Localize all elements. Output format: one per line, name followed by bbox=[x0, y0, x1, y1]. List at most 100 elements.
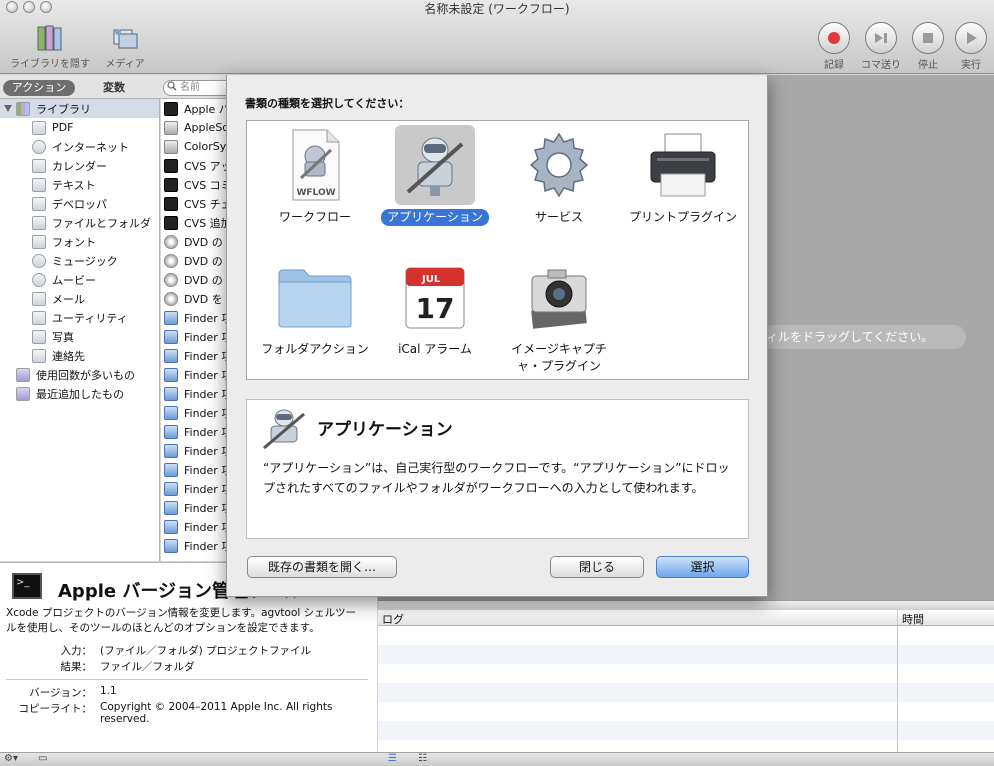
font-icon bbox=[32, 234, 46, 249]
category-photos[interactable]: 写真 bbox=[0, 327, 159, 346]
automator-robot-icon bbox=[395, 125, 475, 205]
choose-button[interactable]: 選択 bbox=[656, 556, 749, 578]
record-label: 記録 bbox=[824, 60, 844, 71]
automator-robot-icon bbox=[263, 409, 305, 450]
category-label: ファイルとフォルダ bbox=[52, 216, 151, 230]
tools-icon bbox=[32, 196, 46, 211]
finder-icon bbox=[164, 386, 178, 401]
dvd-icon bbox=[164, 272, 178, 287]
dvd-icon bbox=[164, 253, 178, 268]
calendar-month: JUL bbox=[421, 274, 441, 285]
category-recently-added[interactable]: 最近追加したもの bbox=[0, 384, 159, 403]
category-music[interactable]: ミュージック bbox=[0, 251, 159, 270]
step-button[interactable]: コマ送り bbox=[858, 22, 904, 71]
action-label: DVD の bbox=[184, 235, 223, 249]
search-placeholder: 名前 bbox=[180, 82, 200, 93]
action-label: DVD の bbox=[184, 273, 223, 287]
copyright-row: コピーライト： Copyright © 2004–2011 Apple Inc.… bbox=[0, 701, 350, 725]
category-calendar[interactable]: カレンダー bbox=[0, 156, 159, 175]
tab-actions[interactable]: アクション bbox=[3, 80, 75, 96]
disclosure-triangle-icon[interactable] bbox=[4, 105, 12, 112]
category-contacts[interactable]: 連絡先 bbox=[0, 346, 159, 365]
action-label: CVS チェ bbox=[184, 197, 232, 211]
search-icon bbox=[167, 81, 177, 91]
category-mail[interactable]: メール bbox=[0, 289, 159, 308]
window-title: 名称未設定 (ワークフロー) bbox=[424, 2, 570, 16]
mail-icon bbox=[32, 291, 46, 306]
category-pdf[interactable]: PDF bbox=[0, 118, 159, 137]
log-list-icon[interactable]: ☰ bbox=[388, 753, 397, 764]
category-most-used[interactable]: 使用回数が多いもの bbox=[0, 365, 159, 384]
type-ical-alarm[interactable]: JUL 17 iCal アラーム bbox=[375, 257, 495, 358]
action-gear-icon[interactable]: ⚙▾ bbox=[4, 753, 18, 764]
finder-icon bbox=[164, 481, 178, 496]
type-label: イメージキャプチャ・プラグイン bbox=[511, 342, 607, 373]
dvd-icon bbox=[164, 291, 178, 306]
step-icon bbox=[875, 33, 887, 43]
finder-icon bbox=[164, 424, 178, 439]
version-value: 1.1 bbox=[100, 685, 117, 697]
type-workflow[interactable]: WFLOW ワークフロー bbox=[255, 125, 375, 226]
category-label: ムービー bbox=[52, 273, 96, 287]
type-folder-action[interactable]: フォルダアクション bbox=[255, 257, 375, 358]
document-type-grid: WFLOW ワークフロー アプリケーション サービス プリントプラグイン フォル… bbox=[246, 120, 749, 380]
type-application[interactable]: アプリケーション bbox=[375, 125, 495, 226]
hide-library-button[interactable]: ライブラリを隠す bbox=[4, 24, 96, 70]
terminal-icon bbox=[164, 215, 178, 230]
photos-icon bbox=[32, 329, 46, 344]
camera-icon bbox=[519, 257, 599, 337]
smart-folder-icon bbox=[16, 367, 30, 382]
category-label: ユーティリティ bbox=[52, 311, 128, 325]
category-label: PDF bbox=[52, 121, 74, 134]
finder-icon bbox=[164, 405, 178, 420]
category-library[interactable]: ライブラリ bbox=[0, 99, 159, 118]
finder-icon bbox=[164, 348, 178, 363]
type-print-plugin[interactable]: プリントプラグイン bbox=[623, 125, 743, 226]
library-books-icon bbox=[37, 25, 62, 51]
terminal-icon bbox=[164, 101, 178, 116]
category-files-folders[interactable]: ファイルとフォルダ bbox=[0, 213, 159, 232]
text-icon bbox=[32, 177, 46, 192]
type-image-capture-plugin[interactable]: イメージキャプチャ・プラグイン bbox=[499, 257, 619, 375]
time-column-header[interactable]: 時間 bbox=[902, 611, 924, 627]
category-internet[interactable]: インターネット bbox=[0, 137, 159, 156]
type-service[interactable]: サービス bbox=[499, 125, 619, 226]
variables-list-icon[interactable]: ☷ bbox=[418, 753, 427, 764]
category-label: 最近追加したもの bbox=[36, 387, 124, 401]
stop-button[interactable]: 停止 bbox=[910, 22, 946, 71]
tab-variables[interactable]: 変数 bbox=[88, 80, 140, 96]
column-divider bbox=[897, 610, 898, 752]
log-column-header[interactable]: ログ bbox=[382, 611, 404, 627]
category-utilities[interactable]: ユーティリティ bbox=[0, 308, 159, 327]
media-button[interactable]: メディア bbox=[100, 24, 150, 70]
result-key: 結果： bbox=[60, 661, 93, 673]
drop-hint: ィルをドラッグしてください。 bbox=[760, 325, 966, 349]
record-button[interactable]: 記録 bbox=[816, 22, 852, 71]
category-label: インターネット bbox=[52, 140, 129, 154]
record-icon bbox=[828, 32, 840, 44]
action-label: DVD の bbox=[184, 254, 223, 268]
category-fonts[interactable]: フォント bbox=[0, 232, 159, 251]
stop-icon bbox=[923, 33, 933, 43]
globe-icon bbox=[32, 139, 46, 154]
close-button[interactable]: 閉じる bbox=[550, 556, 644, 578]
category-developer[interactable]: デベロッパ bbox=[0, 194, 159, 213]
input-key: 入力： bbox=[60, 645, 93, 657]
finder-icon bbox=[32, 215, 46, 230]
category-text[interactable]: テキスト bbox=[0, 175, 159, 194]
version-row: バージョン： 1.1 bbox=[0, 685, 350, 700]
category-label: 連絡先 bbox=[52, 349, 85, 363]
open-existing-button[interactable]: 既存の書類を開く… bbox=[247, 556, 397, 578]
input-value: (ファイル／フォルダ) プロジェクトファイル bbox=[100, 645, 312, 657]
category-label: カレンダー bbox=[52, 159, 107, 173]
category-movies[interactable]: ムービー bbox=[0, 270, 159, 289]
finder-icon bbox=[164, 519, 178, 534]
run-button[interactable]: 実行 bbox=[952, 22, 990, 71]
calendar-icon bbox=[32, 158, 46, 173]
description-toggle-icon[interactable]: ▭ bbox=[38, 753, 47, 764]
address-book-icon bbox=[32, 348, 46, 363]
log-splitter[interactable] bbox=[378, 600, 994, 610]
category-label: ライブラリ bbox=[36, 102, 91, 116]
type-label: iCal アラーム bbox=[398, 342, 472, 356]
terminal-icon bbox=[164, 158, 178, 173]
